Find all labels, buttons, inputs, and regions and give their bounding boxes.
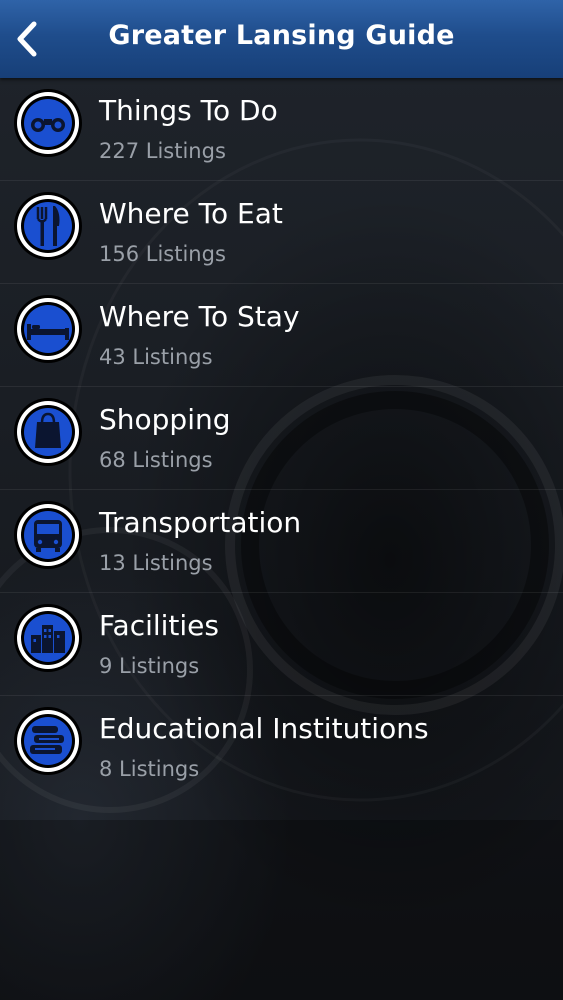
listing-count: 8 Listings (99, 757, 200, 781)
listing-count: 68 Listings (99, 448, 213, 472)
binoculars-icon (13, 88, 83, 158)
buildings-icon (13, 603, 83, 673)
page-title: Greater Lansing Guide (108, 20, 455, 51)
listing-count: 13 Listings (99, 551, 213, 575)
category-title: Shopping (99, 403, 231, 436)
category-title: Things To Do (99, 94, 278, 127)
shopping-bag-icon (13, 397, 83, 467)
list-item-facilities[interactable]: Facilities 9 Listings (0, 593, 563, 696)
listing-count: 9 Listings (99, 654, 200, 678)
list-item-where-to-stay[interactable]: Where To Stay 43 Listings (0, 284, 563, 387)
category-list: Things To Do 227 Listings Where To Eat 1… (0, 78, 563, 798)
category-title: Where To Eat (99, 197, 283, 230)
fork-knife-icon (13, 191, 83, 261)
list-item-shopping[interactable]: Shopping 68 Listings (0, 387, 563, 490)
bus-icon (13, 500, 83, 570)
listing-count: 43 Listings (99, 345, 213, 369)
bed-icon (13, 294, 83, 364)
books-icon (13, 706, 83, 776)
category-title: Educational Institutions (99, 712, 429, 745)
category-title: Where To Stay (99, 300, 300, 333)
listing-count: 227 Listings (99, 139, 226, 163)
navigation-bar: Greater Lansing Guide (0, 0, 563, 78)
listing-count: 156 Listings (99, 242, 226, 266)
list-item-things-to-do[interactable]: Things To Do 227 Listings (0, 78, 563, 181)
list-item-educational-institutions[interactable]: Educational Institutions 8 Listings (0, 696, 563, 798)
category-title: Facilities (99, 609, 219, 642)
list-item-transportation[interactable]: Transportation 13 Listings (0, 490, 563, 593)
category-title: Transportation (99, 506, 302, 539)
list-item-where-to-eat[interactable]: Where To Eat 156 Listings (0, 181, 563, 284)
